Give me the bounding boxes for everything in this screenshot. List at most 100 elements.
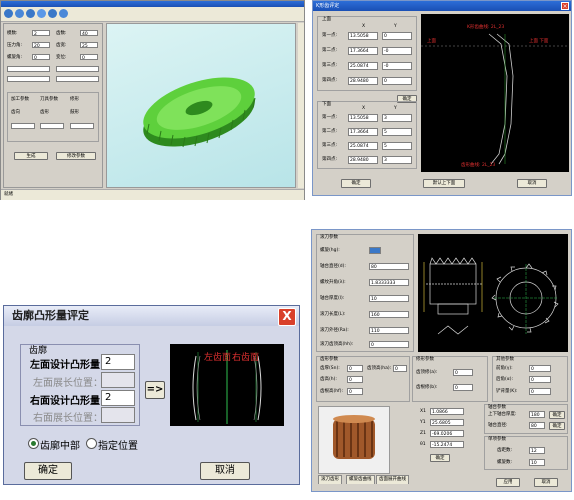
x-field[interactable]: 13.5058 <box>348 32 378 40</box>
y-field[interactable]: 3 <box>382 114 412 122</box>
x-field[interactable]: 13.5058 <box>348 114 378 122</box>
cancel-button[interactable]: 取消 <box>517 179 547 188</box>
form-field[interactable]: 40 <box>80 30 98 36</box>
option-label[interactable]: 加工参数 <box>11 96 29 103</box>
form-field[interactable]: 25 <box>80 42 98 48</box>
toolbar-icon[interactable] <box>48 9 57 18</box>
field-input[interactable]: 0 <box>347 376 363 383</box>
x-field[interactable]: 17.3664 <box>348 47 378 55</box>
option-field[interactable] <box>40 123 64 129</box>
tab-hob-profile[interactable]: 滚刀齿形 <box>318 475 342 484</box>
y-field[interactable]: -0 <box>382 47 412 55</box>
coord-value[interactable]: -15.2474 <box>430 441 464 448</box>
form-field[interactable] <box>7 66 50 72</box>
form-field[interactable]: 20 <box>32 42 50 48</box>
close-icon[interactable]: X <box>278 308 296 326</box>
coord-value[interactable]: 25.6805 <box>430 419 464 426</box>
option-label[interactable]: 齿向 <box>11 109 20 116</box>
plot-left-text: 上面 <box>427 39 436 44</box>
form-field[interactable] <box>56 66 99 72</box>
apply-arrow-button[interactable]: => <box>145 381 165 399</box>
coords-confirm-button[interactable]: 确定 <box>430 454 450 462</box>
ok-button[interactable]: 确定 <box>341 179 371 188</box>
form-field[interactable] <box>56 76 99 82</box>
toolbar-icon[interactable] <box>26 9 35 18</box>
axis-confirm-button[interactable]: 确定 <box>549 422 565 430</box>
left-crown-input[interactable]: 2 <box>101 354 135 370</box>
option-label[interactable]: 刀具参数 <box>40 96 58 103</box>
coords-panel: X1 1.0866 Y1 25.6805 Z1 -69.0206 θ1 -15.… <box>392 406 480 472</box>
left-position-input[interactable] <box>101 372 135 388</box>
field-label: 上下轴台厚度: <box>488 412 517 417</box>
option-field[interactable] <box>11 123 35 129</box>
field-input[interactable]: 0 <box>453 369 473 376</box>
y-field[interactable]: 3 <box>382 156 412 164</box>
right-position-input[interactable] <box>101 407 135 423</box>
field-input[interactable]: 80 <box>529 422 545 429</box>
option-label[interactable]: 修形 <box>70 96 79 103</box>
x-field[interactable]: 25.0874 <box>348 62 378 70</box>
field-input[interactable]: 110 <box>369 327 409 334</box>
field-input[interactable]: 0 <box>347 388 363 395</box>
x-field[interactable]: 17.3664 <box>348 128 378 136</box>
field-input[interactable]: 0 <box>529 388 551 395</box>
toolbar-icon[interactable] <box>37 9 46 18</box>
option-field[interactable] <box>70 123 94 129</box>
form-field[interactable]: 0 <box>80 54 98 60</box>
x-field[interactable]: 28.9480 <box>348 77 378 85</box>
cancel-button[interactable]: 取消 <box>534 478 558 487</box>
row-label: 第二点: <box>322 48 338 53</box>
option-label[interactable]: 齿形 <box>40 109 49 116</box>
generate-button[interactable]: 生成 <box>14 152 48 160</box>
field-input[interactable]: 10 <box>529 459 545 466</box>
tab-helix-curve[interactable]: 螺旋齿曲线 <box>346 475 375 484</box>
field-input[interactable]: 0 <box>453 384 473 391</box>
close-icon[interactable]: × <box>561 2 569 10</box>
field-input[interactable]: 0 <box>369 341 409 348</box>
left-form-panel: 模数: 2 齿数: 40 压力角: 20 齿宽: 25 螺旋角: 0 变位: 0… <box>3 23 103 188</box>
radio-profile-middle[interactable] <box>28 438 39 449</box>
cancel-button[interactable]: 取消 <box>200 462 250 480</box>
radio-specified-position[interactable] <box>86 438 97 449</box>
y-field[interactable]: 0 <box>382 32 412 40</box>
field-input[interactable]: 80 <box>369 263 409 270</box>
y-field[interactable]: 5 <box>382 142 412 150</box>
y-field[interactable]: 5 <box>382 128 412 136</box>
field-input[interactable]: 0 <box>347 365 363 372</box>
radio-profile-middle-label[interactable]: 齿廓中部 <box>40 437 80 452</box>
group-title: 齿廓 <box>29 346 48 356</box>
axis-confirm-button[interactable]: 确定 <box>549 411 565 419</box>
form-field[interactable] <box>7 76 50 82</box>
default-surfaces-button[interactable]: 默认上下面 <box>423 179 465 188</box>
form-field[interactable]: 0 <box>32 54 50 60</box>
ok-button[interactable]: 确定 <box>24 462 72 480</box>
3d-viewport[interactable] <box>106 23 296 188</box>
x-field[interactable]: 25.0874 <box>348 142 378 150</box>
field-input[interactable]: 0 <box>393 365 407 372</box>
field-input[interactable]: 10 <box>369 295 409 302</box>
x-field[interactable]: 28.9480 <box>348 156 378 164</box>
option-label[interactable]: 鼓形 <box>70 109 79 116</box>
field-input[interactable] <box>369 247 381 254</box>
right-crown-input[interactable]: 2 <box>101 390 135 406</box>
field-input[interactable]: 0 <box>529 365 551 372</box>
y-field[interactable]: 0 <box>382 77 412 85</box>
modify-params-button[interactable]: 修改参数 <box>56 152 96 160</box>
apply-button[interactable]: 应用 <box>496 478 520 487</box>
field-input[interactable]: 160 <box>369 311 409 318</box>
toolbar-icon[interactable] <box>15 9 24 18</box>
coord-value[interactable]: 1.0866 <box>430 408 464 415</box>
radio-selected-dot <box>31 441 36 446</box>
field-input[interactable]: 180 <box>529 411 545 418</box>
y-field[interactable]: -0 <box>382 62 412 70</box>
field-input[interactable]: 1.8333333 <box>369 279 409 286</box>
field-input[interactable]: 12 <box>529 447 545 454</box>
field-input[interactable]: 0 <box>529 376 551 383</box>
toolbar-icon[interactable] <box>59 9 68 18</box>
radio-specified-position-label[interactable]: 指定位置 <box>98 437 138 452</box>
form-field[interactable]: 2 <box>32 30 50 36</box>
toolbar-icon[interactable] <box>4 9 13 18</box>
tab-flank-unfold[interactable]: 齿面展开曲线 <box>376 475 409 484</box>
coord-value[interactable]: -69.0206 <box>430 430 464 437</box>
col-y-header: Y <box>394 24 397 29</box>
